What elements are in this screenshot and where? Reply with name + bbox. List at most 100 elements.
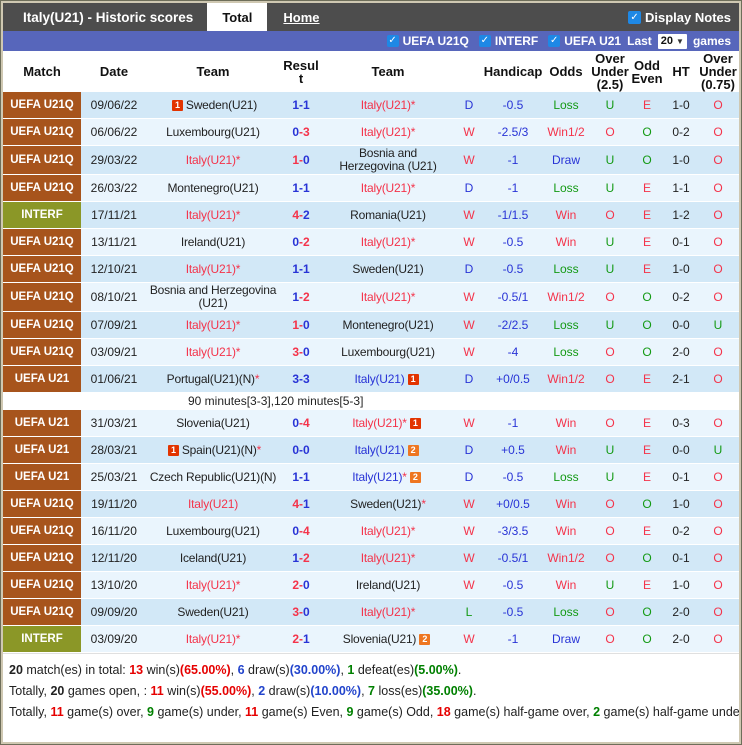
away-team-cell: Bosnia and Herzegovina (U21) [323, 146, 453, 174]
tab-total[interactable]: Total [207, 3, 268, 31]
over-under-25-cell: O [591, 545, 629, 571]
away-team-cell: Slovenia(U21) 2 [323, 626, 453, 652]
home-advantage-star: * [410, 523, 416, 538]
table-row: UEFA U21 25/03/21 Czech Republic(U21)(N) 1-… [3, 464, 739, 491]
match-badge: UEFA U21Q [3, 491, 81, 517]
team-name: Italy(U21) [352, 469, 403, 484]
table-row: UEFA U21Q 13/11/21 Ireland(U21) 0-2 Italy(U2… [3, 229, 739, 256]
away-team-cell: Italy(U21) * [323, 229, 453, 255]
tab-home[interactable]: Home [283, 10, 319, 25]
score-cell: 1-0 [279, 146, 323, 174]
team-name: Sweden(U21) [352, 261, 424, 276]
filter-checkbox[interactable]: ✓ [386, 35, 399, 47]
score-cell: 4-1 [279, 491, 323, 517]
away-score: 1 [303, 97, 310, 112]
table-row: UEFA U21Q 13/10/20 Italy(U21) * 2-0 Ireland(U… [3, 572, 739, 599]
ht-cell: 0-0 [665, 312, 697, 338]
odd-even-cell: O [629, 626, 665, 652]
away-team-cell: Sweden(U21) [323, 256, 453, 282]
home-team-cell: Slovenia(U21) [147, 410, 279, 436]
ht-cell: 2-0 [665, 626, 697, 652]
over-under-25-cell: O [591, 491, 629, 517]
score-cell: 0-4 [279, 518, 323, 544]
summary-segment: game(s) half-game under [600, 705, 739, 719]
home-team-cell: Italy(U21) * [147, 312, 279, 338]
date-cell: 13/11/21 [81, 229, 147, 255]
date-cell: 03/09/21 [81, 339, 147, 365]
home-team-cell: Luxembourg(U21) [147, 518, 279, 544]
odds-cell: Win1/2 [541, 283, 591, 311]
team-name: Slovenia(U21) [342, 631, 417, 646]
filter-checkbox[interactable]: ✓ [548, 35, 561, 47]
ht-cell: 0-1 [665, 545, 697, 571]
away-team-cell: Italy(U21) * [323, 599, 453, 625]
away-score: 1 [303, 180, 310, 195]
page-title: Italy(U21) - Historic scores [23, 9, 194, 25]
date-cell: 12/10/21 [81, 256, 147, 282]
handicap-cell: -1 [485, 146, 541, 174]
team-name: Czech Republic(U21)(N) [149, 469, 277, 484]
odds-cell: Loss [541, 339, 591, 365]
table-row: UEFA U21Q 09/09/20 Sweden(U21) 3-0 Italy(U21… [3, 599, 739, 626]
match-badge: UEFA U21 [3, 366, 81, 392]
over-under-25-cell: O [591, 202, 629, 228]
team-name: Italy(U21) [360, 604, 411, 619]
score-cell: 0-4 [279, 410, 323, 436]
away-score: 0 [303, 344, 310, 359]
summary-segment: game(s) half-game over, [450, 705, 594, 719]
team-name: Italy(U21) [354, 371, 405, 386]
home-team-cell: Italy(U21) * [147, 626, 279, 652]
summary-segment: 18 [436, 705, 451, 719]
column-header: Team [371, 64, 405, 79]
last-games-select[interactable]: 20 ▼ [657, 33, 687, 49]
ht-cell: 2-1 [665, 366, 697, 392]
table-row: UEFA U21Q 29/03/22 Italy(U21) * 1-0 Bosnia an… [3, 146, 739, 175]
summary-segment: loss(es) [375, 684, 423, 698]
date-cell: 25/03/21 [81, 464, 147, 490]
team-name: Bosnia and Herzegovina (U21) [339, 146, 437, 173]
filter-item-uefa-u21q: ✓ UEFA U21Q [386, 34, 469, 48]
away-score: 0 [303, 152, 310, 167]
handicap-cell: -1/1.5 [485, 202, 541, 228]
handicap-cell: +0/0.5 [485, 366, 541, 392]
filter-label: UEFA U21 [564, 34, 622, 48]
score-cell: 3-0 [279, 599, 323, 625]
ht-cell: 1-0 [665, 92, 697, 118]
filter-checkbox[interactable]: ✓ [478, 35, 491, 47]
odds-cell: Win [541, 202, 591, 228]
ht-cell: 0-3 [665, 410, 697, 436]
date-cell: 17/11/21 [81, 202, 147, 228]
home-team-cell: Italy(U21) * [147, 572, 279, 598]
table-row: UEFA U21 28/03/21 1 Spain(U21)(N) * 0-0 Italy(… [3, 437, 739, 464]
odds-cell: Win [541, 437, 591, 463]
odds-cell: Draw [541, 626, 591, 652]
over-under-075-cell: O [697, 366, 739, 392]
home-score: 0 [292, 415, 299, 430]
home-score: 1 [292, 180, 299, 195]
display-notes-checkbox[interactable]: ✓ [628, 10, 642, 24]
result-letter-cell: W [453, 283, 485, 311]
odd-even-cell: O [629, 312, 665, 338]
over-under-25-cell: O [591, 626, 629, 652]
date-cell: 16/11/20 [81, 518, 147, 544]
column-header: Handicap [483, 64, 543, 79]
match-badge: UEFA U21 [3, 410, 81, 436]
summary-segment: defeat(es) [354, 663, 415, 677]
over-under-075-cell: O [697, 545, 739, 571]
team-name: Italy(U21) [185, 344, 236, 359]
odd-even-cell: O [629, 545, 665, 571]
home-score: 1 [292, 289, 299, 304]
over-under-25-cell: U [591, 572, 629, 598]
team-name: Romania(U21) [350, 207, 426, 222]
home-team-cell: Ireland(U21) [147, 229, 279, 255]
over-under-075-cell: O [697, 339, 739, 365]
away-score: 4 [303, 415, 310, 430]
home-score: 2 [292, 577, 299, 592]
table-row: UEFA U21Q 16/11/20 Luxembourg(U21) 0-4 Italy… [3, 518, 739, 545]
score-cell: 2-0 [279, 572, 323, 598]
odd-even-cell: O [629, 283, 665, 311]
handicap-cell: -0.5 [485, 92, 541, 118]
odd-even-cell: E [629, 437, 665, 463]
score-cell: 0-3 [279, 119, 323, 145]
handicap-cell: -1 [485, 175, 541, 201]
